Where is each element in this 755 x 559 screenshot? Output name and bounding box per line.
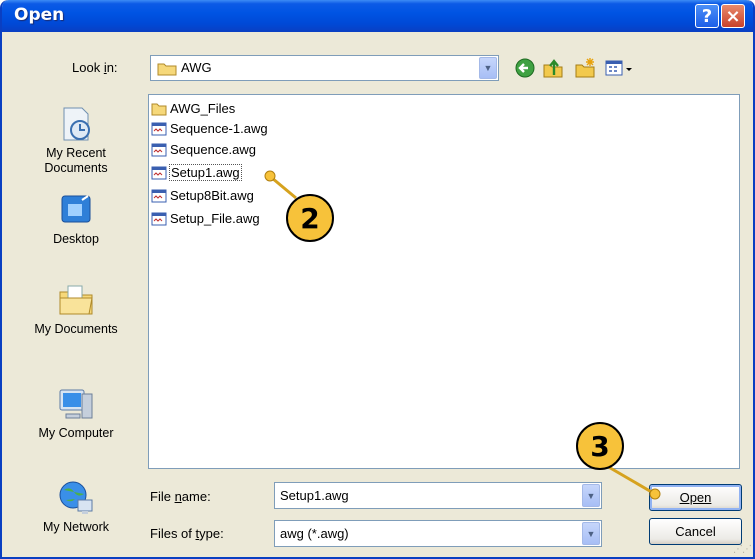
callout-number: 3: [590, 429, 610, 463]
step-callout-2: 2: [286, 194, 334, 242]
callout-number: 2: [300, 201, 320, 235]
step-callout-3: 3: [576, 422, 624, 470]
callout-leaders: [264, 170, 661, 500]
